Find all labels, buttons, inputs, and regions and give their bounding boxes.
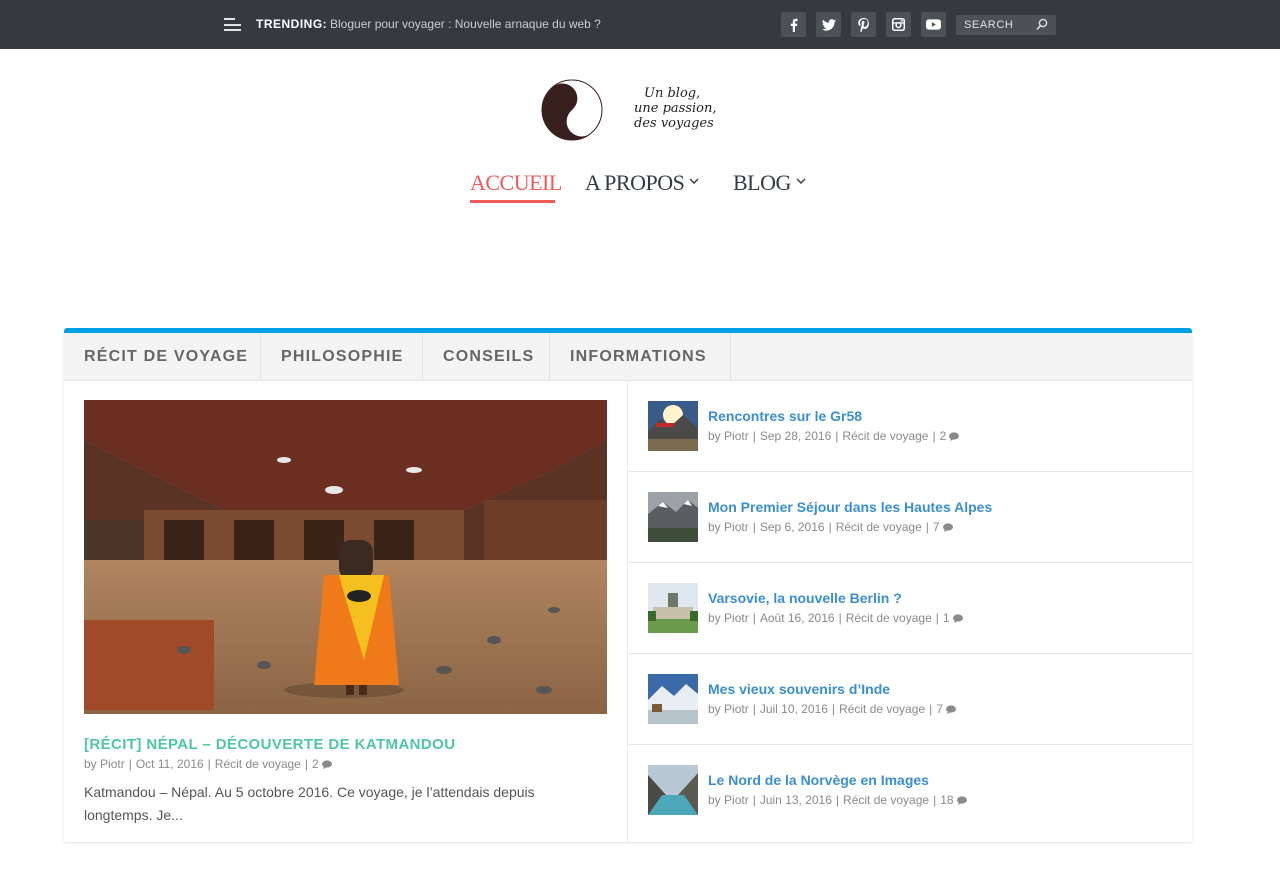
comment-count[interactable]: 2	[312, 757, 319, 771]
facebook-icon[interactable]	[781, 12, 806, 37]
category-link[interactable]: Récit de voyage	[839, 702, 925, 716]
post-date: Juin 13, 2016	[759, 793, 832, 807]
nav-blog[interactable]: BLOG	[733, 170, 791, 196]
comment-icon	[952, 614, 963, 623]
tab-label: RÉCIT DE VOYAGE	[84, 347, 249, 365]
post-title[interactable]: Mes vieux souvenirs d’Inde	[708, 681, 890, 697]
tab-recit-de-voyage[interactable]: RÉCIT DE VOYAGE	[64, 333, 261, 380]
comment-icon	[942, 523, 953, 532]
list-item: Rencontres sur le Gr58 by Piotr | Sep 28, …	[628, 381, 1192, 472]
post-title[interactable]: Mon Premier Séjour dans les Hautes Alpes	[708, 499, 992, 515]
comment-icon	[321, 760, 332, 769]
featured-post-meta: by Piotr | Oct 11, 2016 | Récit de voyage | 2	[84, 757, 332, 771]
comment-count[interactable]: 7	[933, 520, 940, 534]
list-item: Mon Premier Séjour dans les Hautes Alpes…	[628, 472, 1192, 563]
top-bar: TRENDING: Bloguer pour voyager : Nouvell…	[0, 0, 1280, 49]
post-meta: by Piotr | Sep 28, 2016 | Récit de voyage | 2	[708, 429, 960, 443]
featured-post-image[interactable]	[84, 400, 607, 714]
author-link[interactable]: Piotr	[724, 702, 749, 716]
search-input[interactable]	[964, 18, 1034, 32]
tab-bar: RÉCIT DE VOYAGE PHILOSOPHIE CONSEILS INF…	[64, 333, 1192, 381]
trending-label: TRENDING:	[256, 17, 328, 31]
list-item: Mes vieux souvenirs d’Inde by Piotr | Juil…	[628, 654, 1192, 745]
post-meta: by Piotr | Juin 13, 2016 | Récit de voyage | 1…	[708, 793, 967, 807]
search-box	[956, 15, 1056, 35]
post-thumbnail[interactable]	[648, 401, 698, 451]
comment-count[interactable]: 1	[943, 611, 950, 625]
list-item: Varsovie, la nouvelle Berlin ? by Piotr |…	[628, 563, 1192, 654]
comment-icon	[956, 796, 967, 805]
post-date: Oct 11, 2016	[135, 757, 204, 771]
tab-label: CONSEILS	[443, 347, 535, 365]
instagram-icon[interactable]	[886, 12, 911, 37]
author-link[interactable]: Piotr	[100, 757, 125, 771]
author-link[interactable]: Piotr	[724, 429, 749, 443]
meta-by: by	[708, 429, 721, 443]
post-date: Sep 6, 2016	[759, 520, 825, 534]
author-link[interactable]: Piotr	[724, 793, 749, 807]
meta-by: by	[84, 757, 97, 771]
logo-line-3: des voyages	[634, 116, 714, 131]
menu-icon[interactable]	[224, 18, 241, 31]
logo-line-1: Un blog,	[644, 86, 701, 101]
youtube-icon[interactable]	[921, 12, 946, 37]
post-date: Août 16, 2016	[759, 611, 835, 625]
post-title[interactable]: Le Nord de la Norvège en Images	[708, 772, 929, 788]
nav-accueil[interactable]: ACCUEIL	[470, 170, 562, 196]
featured-post-excerpt: Katmandou – Népal. Au 5 octobre 2016. Ce…	[84, 784, 535, 823]
tab-informations[interactable]: INFORMATIONS	[550, 333, 731, 380]
post-meta: by Piotr | Sep 6, 2016 | Récit de voyage | 7	[708, 520, 953, 534]
post-date: Sep 28, 2016	[759, 429, 832, 443]
post-title[interactable]: Varsovie, la nouvelle Berlin ?	[708, 590, 902, 606]
meta-by: by	[708, 793, 721, 807]
author-link[interactable]: Piotr	[724, 520, 749, 534]
tab-label: PHILOSOPHIE	[281, 347, 404, 365]
category-link[interactable]: Récit de voyage	[843, 793, 929, 807]
post-title[interactable]: Rencontres sur le Gr58	[708, 408, 862, 424]
twitter-icon[interactable]	[816, 12, 841, 37]
pinterest-icon[interactable]	[851, 12, 876, 37]
chevron-down-icon[interactable]	[689, 177, 699, 185]
post-thumbnail[interactable]	[648, 492, 698, 542]
trending-headline-link[interactable]: Bloguer pour voyager : Nouvelle arnaque …	[330, 17, 601, 31]
category-link[interactable]: Récit de voyage	[215, 757, 301, 771]
author-link[interactable]: Piotr	[724, 611, 749, 625]
logo-tagline: Un blog, une passion, des voyages	[634, 86, 716, 131]
comment-icon	[949, 432, 960, 441]
search-icon[interactable]	[1036, 18, 1048, 32]
tab-conseils[interactable]: CONSEILS	[423, 333, 550, 380]
post-date: Juil 10, 2016	[759, 702, 828, 716]
category-link[interactable]: Récit de voyage	[836, 520, 922, 534]
post-thumbnail[interactable]	[648, 765, 698, 815]
meta-by: by	[708, 611, 721, 625]
comment-count[interactable]: 2	[940, 429, 947, 443]
site-logo[interactable]: Un blog, une passion, des voyages	[540, 78, 740, 142]
category-link[interactable]: Récit de voyage	[842, 429, 928, 443]
tab-label: INFORMATIONS	[570, 347, 707, 365]
post-thumbnail[interactable]	[648, 583, 698, 633]
meta-by: by	[708, 702, 721, 716]
post-thumbnail[interactable]	[648, 674, 698, 724]
chevron-down-icon[interactable]	[796, 177, 806, 185]
nav-active-underline	[470, 200, 555, 203]
list-item: Le Nord de la Norvège en Images by Piotr…	[628, 745, 1192, 836]
category-tabs-widget: RÉCIT DE VOYAGE PHILOSOPHIE CONSEILS INF…	[64, 328, 1192, 842]
category-link[interactable]: Récit de voyage	[846, 611, 932, 625]
post-meta: by Piotr | Juil 10, 2016 | Récit de voyage | 7	[708, 702, 956, 716]
meta-by: by	[708, 520, 721, 534]
post-meta: by Piotr | Août 16, 2016 | Récit de voyage | 1	[708, 611, 963, 625]
tab-philosophie[interactable]: PHILOSOPHIE	[261, 333, 423, 380]
yin-yang-icon	[541, 79, 603, 141]
comment-icon	[945, 705, 956, 714]
nav-a-propos[interactable]: A PROPOS	[585, 170, 685, 196]
featured-post-title[interactable]: [RÉCIT] NÉPAL – DÉCOUVERTE DE KATMANDOU	[84, 736, 455, 753]
comment-count[interactable]: 18	[940, 793, 953, 807]
comment-count[interactable]: 7	[936, 702, 943, 716]
logo-line-2: une passion,	[634, 101, 717, 116]
